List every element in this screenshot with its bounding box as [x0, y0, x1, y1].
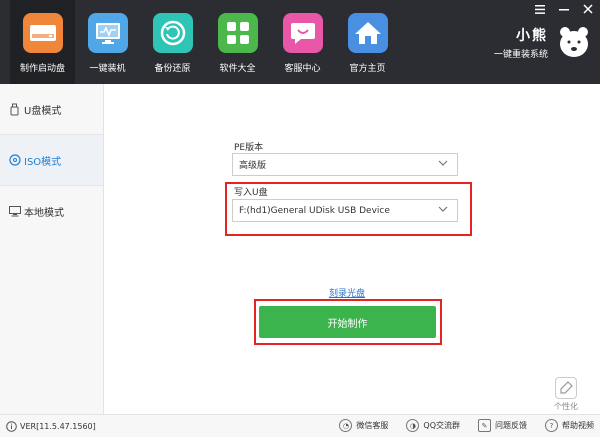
window-controls: [534, 3, 594, 15]
footer-link-label: QQ交流群: [423, 421, 460, 430]
brand: 小熊 一键重装系统: [494, 24, 592, 60]
footer-link-wechat[interactable]: ◔ 微信客服: [339, 419, 388, 432]
restore-icon: [152, 13, 193, 53]
footer-links: ◔ 微信客服 ◑ QQ交流群 ✎ 问题反馈 ? 帮助视频: [339, 419, 594, 432]
usb-write-label: 写入U盘: [234, 188, 268, 198]
wechat-icon: ◔: [339, 419, 353, 432]
disc-icon: [8, 154, 21, 167]
qq-icon: ◑: [406, 419, 420, 432]
version-text: VER[11.5.47.1560]: [20, 421, 96, 431]
monitor-icon: [87, 13, 128, 53]
footer-link-label: 问题反馈: [495, 421, 527, 430]
info-icon: [6, 420, 17, 432]
sidebar-item-label: U盘模式: [24, 105, 62, 117]
brush-icon: [555, 377, 577, 399]
sidebar: U盘模式 ISO模式 本地模式: [0, 84, 104, 414]
personalize-label: 个性化: [554, 402, 578, 411]
usb-drive-icon: [22, 13, 63, 53]
usb-device-value: F:(hd1)General UDisk USB Device: [239, 205, 390, 216]
status-bar: VER[11.5.47.1560] ◔ 微信客服 ◑ QQ交流群 ✎ 问题反馈 …: [0, 414, 600, 437]
footer-link-qq[interactable]: ◑ QQ交流群: [406, 419, 460, 432]
chevron-down-icon: [438, 160, 448, 166]
main-panel: PE版本 高级版 写入U盘 F:(hd1)General UDisk USB D…: [104, 84, 600, 414]
help-video-icon: ?: [545, 419, 558, 432]
nav-label: 一键装机: [89, 64, 126, 74]
bear-logo-icon: [560, 27, 588, 57]
sidebar-item-iso-mode[interactable]: ISO模式: [0, 135, 103, 185]
nav-label: 客服中心: [284, 64, 321, 74]
minimize-icon[interactable]: [558, 3, 570, 15]
footer-link-label: 帮助视频: [562, 421, 594, 430]
home-icon: [347, 13, 388, 53]
nav-software[interactable]: 软件大全: [205, 0, 270, 84]
start-make-button[interactable]: 开始制作: [259, 306, 436, 338]
pe-version-value: 高级版: [239, 161, 267, 171]
sidebar-item-local-mode[interactable]: 本地模式: [0, 186, 103, 236]
main-nav: 制作启动盘 一键装机 备份还原 软件大全 客服中心 官方主页: [10, 0, 400, 84]
computer-icon: [8, 205, 21, 218]
footer-link-help-video[interactable]: ? 帮助视频: [545, 419, 594, 432]
nav-homepage[interactable]: 官方主页: [335, 0, 400, 84]
personalize-button[interactable]: 个性化: [554, 377, 578, 412]
nav-label: 软件大全: [219, 64, 256, 74]
brand-title: 小熊: [516, 27, 548, 44]
apps-grid-icon: [217, 13, 258, 53]
chevron-down-icon: [438, 206, 448, 212]
nav-service-center[interactable]: 客服中心: [270, 0, 335, 84]
nav-label: 备份还原: [154, 64, 191, 74]
sidebar-item-label: 本地模式: [24, 207, 64, 219]
burn-disc-link[interactable]: 刻录光盘: [329, 286, 365, 299]
chat-icon: [282, 13, 323, 53]
pe-version-label: PE版本: [234, 143, 264, 153]
nav-label: 官方主页: [349, 64, 386, 74]
sidebar-item-usb-mode[interactable]: U盘模式: [0, 84, 103, 134]
footer-link-feedback[interactable]: ✎ 问题反馈: [478, 419, 527, 432]
pe-version-select[interactable]: 高级版: [232, 153, 458, 176]
top-bar: 制作启动盘 一键装机 备份还原 软件大全 客服中心 官方主页 小熊 一键重装系统: [0, 0, 600, 84]
nav-one-click-install[interactable]: 一键装机: [75, 0, 140, 84]
footer-link-label: 微信客服: [356, 421, 389, 430]
usb-device-select[interactable]: F:(hd1)General UDisk USB Device: [232, 199, 458, 222]
brand-subtitle: 一键重装系统: [493, 49, 548, 60]
nav-make-boot-disk[interactable]: 制作启动盘: [10, 0, 75, 84]
menu-icon[interactable]: [534, 3, 546, 15]
feedback-icon: ✎: [478, 419, 491, 432]
usb-icon: [8, 103, 21, 116]
nav-backup-restore[interactable]: 备份还原: [140, 0, 205, 84]
nav-label: 制作启动盘: [19, 64, 65, 74]
sidebar-item-label: ISO模式: [24, 156, 62, 168]
close-icon[interactable]: [582, 3, 594, 15]
